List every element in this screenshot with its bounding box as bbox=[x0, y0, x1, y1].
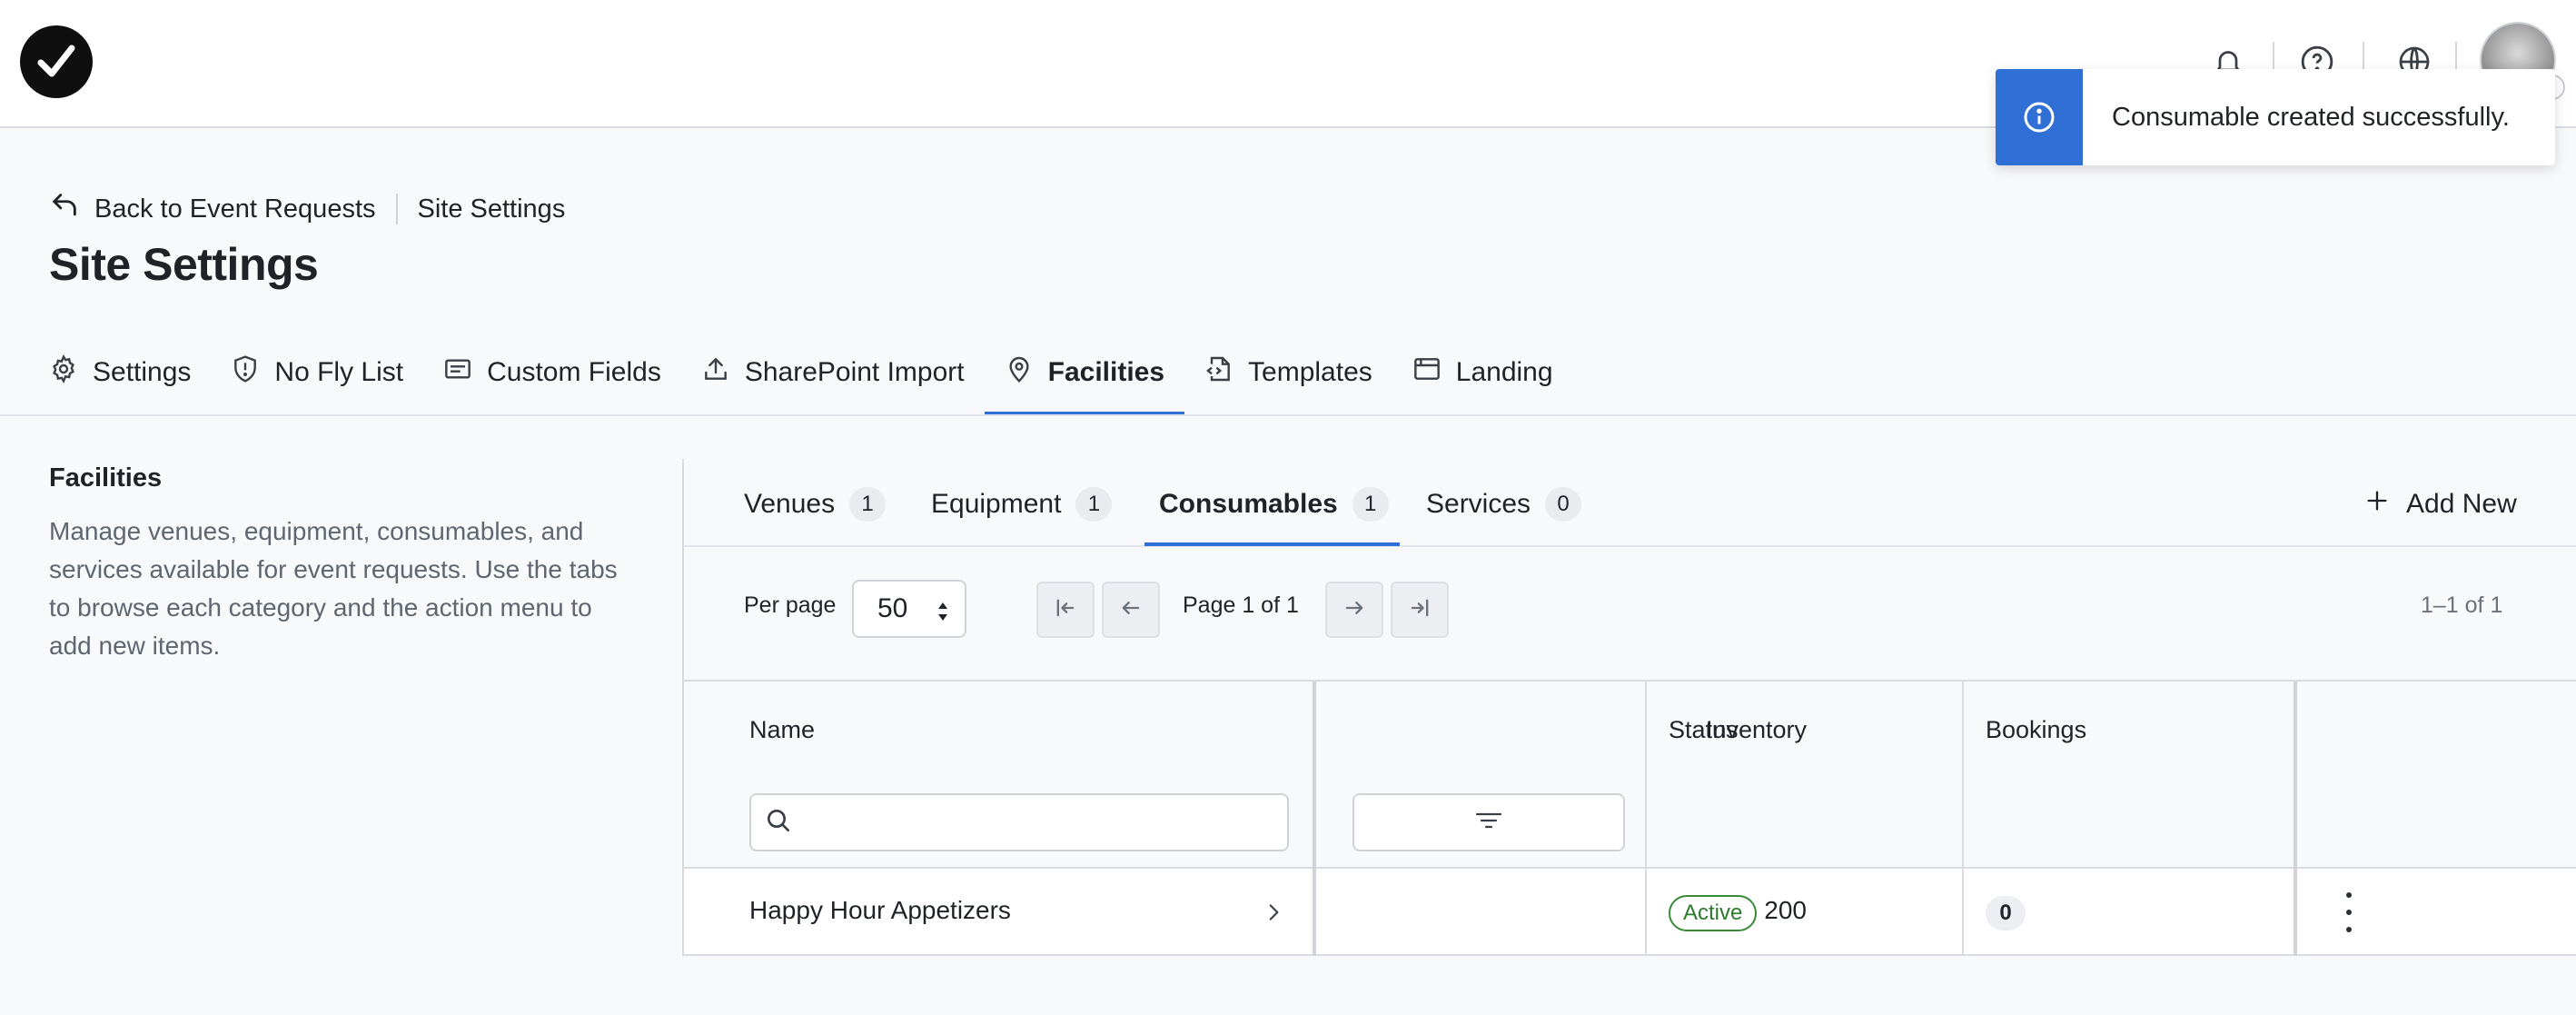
tab-label: Custom Fields bbox=[487, 357, 661, 387]
subtab-venues[interactable]: Venues 1 bbox=[744, 483, 887, 526]
per-page-select[interactable]: 50 bbox=[852, 580, 966, 638]
toast-notification: Consumable created successfully. bbox=[1996, 69, 2555, 165]
tab-label: No Fly List bbox=[274, 357, 404, 387]
code-file-icon bbox=[1204, 354, 1234, 391]
table-header-row: Name Inventory Status Bookings bbox=[684, 682, 2576, 869]
first-page-icon bbox=[1053, 595, 1078, 625]
section-description: Manage venues, equipment, consumables, a… bbox=[49, 517, 618, 660]
subtab-label: Consumables bbox=[1159, 489, 1338, 519]
name-filter-input[interactable] bbox=[749, 793, 1289, 851]
inventory-filter-button[interactable] bbox=[1352, 793, 1625, 851]
pagination-bar: Per page 50 Page 1 of 1 1–1 of 1 bbox=[684, 547, 2576, 682]
browser-window-icon bbox=[1412, 354, 1442, 391]
shield-icon bbox=[231, 354, 260, 391]
add-new-button[interactable]: Add New bbox=[2364, 483, 2517, 526]
bookings-count-badge: 0 bbox=[1986, 896, 2026, 930]
column-divider bbox=[1313, 682, 1316, 956]
count-badge: 1 bbox=[1075, 487, 1113, 522]
subtab-services[interactable]: Services 0 bbox=[1426, 483, 1582, 526]
column-header-name[interactable]: Name bbox=[749, 716, 815, 744]
cell-name[interactable]: Happy Hour Appetizers bbox=[749, 896, 1011, 925]
cell-inventory: 200 bbox=[1764, 896, 1807, 924]
info-circle-icon bbox=[1996, 69, 2083, 165]
result-range: 1–1 of 1 bbox=[2421, 592, 2503, 618]
chevron-right-icon[interactable] bbox=[1262, 898, 1285, 931]
column-divider bbox=[1645, 682, 1647, 956]
tab-settings[interactable]: Settings bbox=[49, 345, 211, 400]
tab-templates[interactable]: Templates bbox=[1184, 345, 1392, 400]
upload-icon bbox=[701, 354, 730, 391]
breadcrumb-separator bbox=[395, 194, 398, 224]
tab-no-fly-list[interactable]: No Fly List bbox=[211, 345, 423, 400]
map-pin-icon bbox=[1005, 354, 1034, 391]
column-divider bbox=[1962, 682, 1964, 956]
per-page-value: 50 bbox=[877, 593, 908, 623]
facility-sub-tabs: Venues 1 Equipment 1 Consumables 1 Servi… bbox=[684, 459, 2576, 547]
column-header-bookings[interactable]: Bookings bbox=[1986, 716, 2086, 744]
back-link-label: Back to Event Requests bbox=[94, 194, 376, 224]
add-new-label: Add New bbox=[2406, 489, 2517, 519]
tab-label: Facilities bbox=[1047, 357, 1165, 387]
tab-facilities[interactable]: Facilities bbox=[984, 345, 1185, 415]
last-page-icon bbox=[1407, 595, 1432, 625]
toast-message: Consumable created successfully. bbox=[2112, 102, 2510, 132]
checkmark-logo-icon[interactable] bbox=[20, 25, 93, 98]
form-field-icon bbox=[443, 354, 472, 391]
row-actions-kebab-icon[interactable] bbox=[2335, 892, 2363, 932]
previous-page-button[interactable] bbox=[1102, 582, 1160, 638]
back-arrow-icon bbox=[49, 190, 80, 228]
subtab-equipment[interactable]: Equipment 1 bbox=[931, 483, 1113, 526]
tab-landing[interactable]: Landing bbox=[1392, 345, 1573, 400]
tab-label: SharePoint Import bbox=[744, 357, 965, 387]
section-title: Facilities bbox=[49, 463, 163, 493]
plus-icon bbox=[2364, 488, 2390, 521]
breadcrumb: Back to Event Requests Site Settings bbox=[49, 189, 565, 229]
count-badge: 1 bbox=[1352, 487, 1389, 522]
back-link[interactable]: Back to Event Requests bbox=[49, 190, 376, 228]
tab-custom-fields[interactable]: Custom Fields bbox=[423, 345, 681, 400]
subtab-label: Equipment bbox=[931, 489, 1062, 519]
filter-icon bbox=[1473, 808, 1504, 838]
column-header-inventory[interactable]: Inventory bbox=[1516, 716, 1807, 744]
tab-label: Templates bbox=[1248, 357, 1372, 387]
subtab-consumables[interactable]: Consumables 1 bbox=[1159, 483, 1389, 526]
last-page-button[interactable] bbox=[1391, 582, 1449, 638]
main-tabs: Settings No Fly List Custom Fields Share… bbox=[49, 345, 1573, 416]
tabs-divider bbox=[0, 414, 2576, 416]
tab-sharepoint-import[interactable]: SharePoint Import bbox=[681, 345, 985, 400]
subtab-label: Venues bbox=[744, 489, 836, 519]
count-badge: 0 bbox=[1545, 487, 1582, 522]
tab-label: Settings bbox=[93, 357, 192, 387]
breadcrumb-current: Site Settings bbox=[417, 194, 566, 224]
arrow-left-icon bbox=[1118, 595, 1144, 625]
facilities-panel: Venues 1 Equipment 1 Consumables 1 Servi… bbox=[682, 459, 2576, 956]
per-page-label: Per page bbox=[744, 592, 837, 618]
count-badge: 1 bbox=[849, 487, 887, 522]
page-title: Site Settings bbox=[49, 239, 319, 290]
subtab-label: Services bbox=[1426, 489, 1531, 519]
page-indicator: Page 1 of 1 bbox=[1183, 592, 1299, 618]
arrow-right-icon bbox=[1342, 595, 1367, 625]
column-divider bbox=[2294, 682, 2297, 956]
tab-label: Landing bbox=[1455, 357, 1553, 387]
consumables-table: Name Inventory Status Bookings Happy Hou… bbox=[684, 682, 2576, 956]
search-icon bbox=[764, 806, 793, 840]
table-row[interactable]: Happy Hour Appetizers 200 Active 0 bbox=[684, 869, 2576, 956]
column-header-status[interactable]: Status bbox=[1669, 716, 1739, 744]
sort-caret-icon bbox=[936, 600, 950, 631]
active-tab-indicator bbox=[1144, 542, 1400, 546]
status-badge: Active bbox=[1669, 895, 1758, 931]
first-page-button[interactable] bbox=[1036, 582, 1095, 638]
gear-icon bbox=[49, 354, 78, 391]
next-page-button[interactable] bbox=[1325, 582, 1383, 638]
